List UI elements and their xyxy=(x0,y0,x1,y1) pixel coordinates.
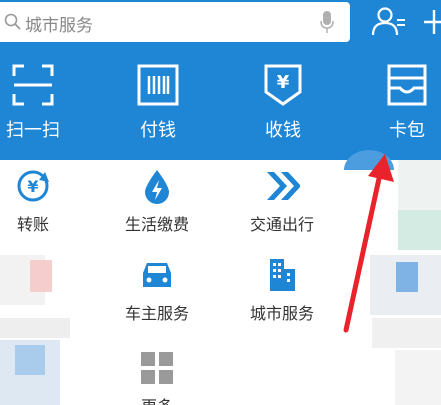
annotation-arrow-icon xyxy=(343,154,394,333)
service-utility[interactable]: 生活缴费 xyxy=(107,168,207,235)
search-placeholder: 城市服务 xyxy=(25,16,93,36)
yen-shield-icon: ¥ xyxy=(264,64,302,106)
more-grid-icon xyxy=(141,352,173,384)
car-icon xyxy=(143,263,171,287)
blur-block xyxy=(398,160,441,210)
scan-label: 扫一扫 xyxy=(6,120,60,141)
service-transfer[interactable]: ¥ 转账 xyxy=(0,168,83,235)
receive-button[interactable]: ¥ 收钱 xyxy=(238,64,328,142)
svg-text:¥: ¥ xyxy=(27,177,38,196)
transport-icon xyxy=(267,172,300,200)
blur-block xyxy=(0,318,70,338)
transfer-icon: ¥ xyxy=(17,170,49,202)
card-wallet-icon xyxy=(387,64,427,106)
microphone-icon[interactable] xyxy=(319,10,335,34)
contacts-icon[interactable] xyxy=(372,6,406,36)
plus-icon[interactable] xyxy=(424,8,441,36)
city-icon xyxy=(270,259,295,291)
service-more[interactable]: 更多 xyxy=(107,350,207,405)
utility-label: 生活缴费 xyxy=(124,215,189,234)
pay-label: 付钱 xyxy=(140,120,176,141)
transport-label: 交通出行 xyxy=(249,215,314,234)
card-wallet-label: 卡包 xyxy=(389,120,425,141)
header-bar: 城市服务 扫一扫 付钱 ¥ 收钱 卡包 xyxy=(0,0,441,160)
scan-button[interactable]: 扫一扫 xyxy=(0,64,78,142)
svg-text:¥: ¥ xyxy=(277,72,290,93)
pay-button[interactable]: 付钱 xyxy=(113,64,203,142)
service-transport[interactable]: 交通出行 xyxy=(232,168,332,235)
utility-icon xyxy=(145,170,169,204)
blur-block xyxy=(15,345,45,375)
city-label: 城市服务 xyxy=(249,304,314,323)
search-icon xyxy=(4,13,21,30)
service-car[interactable]: 车主服务 xyxy=(107,257,207,324)
blur-block xyxy=(395,350,441,405)
service-city[interactable]: 城市服务 xyxy=(232,257,332,324)
receive-label: 收钱 xyxy=(265,120,301,141)
car-label: 车主服务 xyxy=(124,304,189,323)
blur-block xyxy=(30,260,52,292)
transfer-label: 转账 xyxy=(16,215,49,234)
card-wallet-button[interactable]: 卡包 xyxy=(362,64,441,142)
scan-icon xyxy=(12,64,54,106)
more-label: 更多 xyxy=(107,393,207,405)
barcode-icon xyxy=(137,64,179,106)
search-bar[interactable]: 城市服务 xyxy=(0,2,350,42)
blur-block xyxy=(398,210,441,250)
